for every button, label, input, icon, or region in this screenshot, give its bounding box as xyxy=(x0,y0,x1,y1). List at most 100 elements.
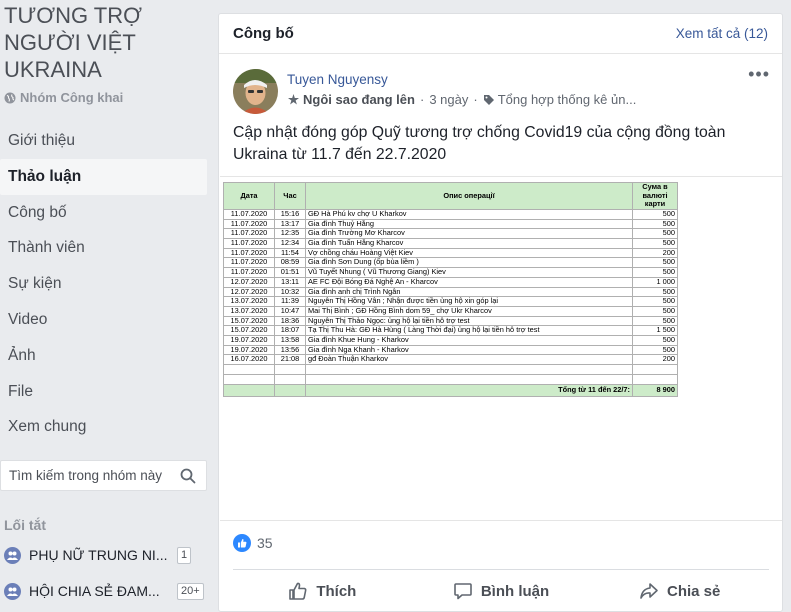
table-cell: 13:17 xyxy=(274,218,306,230)
post-text: Cập nhật đóng góp Quỹ tương trợ chống Co… xyxy=(233,124,726,163)
group-privacy: Nhóm Công khai xyxy=(4,90,123,105)
table-cell: 500 xyxy=(632,344,678,356)
table-cell: 200 xyxy=(632,247,678,259)
table-cell xyxy=(223,374,275,385)
table-cell: 1 000 xyxy=(632,276,678,288)
table-cell: 18:36 xyxy=(274,315,306,327)
nav-item-xem-chung[interactable]: Xem chung xyxy=(0,409,207,445)
table-cell: Nguyễn Thị Hồng Vân ; Nhận được tiền ủng… xyxy=(305,296,633,307)
table-cell: 10:32 xyxy=(274,286,306,298)
post-image[interactable]: Дата Час Опис операції Сума в валюті кар… xyxy=(220,176,782,521)
table-cell: 500 xyxy=(632,238,678,249)
table-row: 16.07.2020 21:08 gđ Đoàn Thuận Kharkov 200 xyxy=(223,354,678,365)
nav-item-anh[interactable]: Ảnh xyxy=(0,338,207,374)
table-header-row: Дата Час Опис операції Сума в валюті кар… xyxy=(223,182,678,210)
table-cell: 12.07.2020 xyxy=(223,276,275,288)
table-cell xyxy=(274,384,306,397)
table-cell: 11.07.2020 xyxy=(223,257,275,269)
table-row: 19.07.2020 13:58 Gia đình Khue Hung - Khar… xyxy=(223,334,678,346)
post-topic-tag[interactable]: Tổng hợp thống kê ủn... xyxy=(498,92,637,107)
table-row: 15.07.2020 18:36 Nguyễn Thị Thảo Ngọc: ủng… xyxy=(223,315,678,327)
card-title: Công bố xyxy=(233,25,294,42)
total-label: Tổng từ 11 đến 22/7: xyxy=(305,384,633,397)
table-cell: 18:07 xyxy=(274,325,306,336)
share-button[interactable]: Chia sẻ xyxy=(590,570,769,612)
column-header: Час xyxy=(274,182,306,210)
search-icon[interactable] xyxy=(180,468,196,484)
nav-item-thanh-vien[interactable]: Thành viên xyxy=(0,230,207,266)
nav-item-thao-luan[interactable]: Thảo luận xyxy=(0,158,207,195)
table-cell: 11.07.2020 xyxy=(223,267,275,278)
like-reaction-icon xyxy=(233,534,251,552)
like-button-label: Thích xyxy=(316,582,357,600)
group-search-input[interactable] xyxy=(9,468,169,483)
shortcuts-title: Lối tắt xyxy=(4,517,46,533)
share-icon xyxy=(640,583,658,599)
separator-dot: · xyxy=(473,92,478,107)
nav-item-cong-bo[interactable]: Công bố xyxy=(0,195,207,231)
table-row: 13.07.2020 11:39 Nguyễn Thị Hồng Vân ; Nhậ… xyxy=(223,296,678,307)
table-cell: Gia đình anh chị Trình Ngân xyxy=(305,286,633,298)
table-cell: 10:47 xyxy=(274,305,306,317)
table-cell: 11.07.2020 xyxy=(223,228,275,240)
more-options-icon[interactable]: ••• xyxy=(748,64,770,85)
comment-button-label: Bình luận xyxy=(480,582,550,600)
table-row: 12.07.2020 10:32 Gia đình anh chị Trình Ng… xyxy=(223,286,678,298)
table-cell: GĐ Hà Phú kv chợ U Kharkov xyxy=(305,209,633,220)
table-cell xyxy=(274,374,306,385)
avatar[interactable] xyxy=(233,69,278,114)
table-cell: 500 xyxy=(632,228,678,240)
table-cell xyxy=(305,374,633,385)
table-row: 11.07.2020 12:34 Gia đình Tuấn Hằng Kharco… xyxy=(223,238,678,249)
tag-icon xyxy=(483,94,494,105)
table-cell: 21:08 xyxy=(274,354,306,365)
nav-item-su-kien[interactable]: Sự kiện xyxy=(0,266,207,302)
nav-item-video[interactable]: Video xyxy=(0,302,207,338)
separator-dot: · xyxy=(419,92,425,107)
table-cell xyxy=(632,364,678,375)
table-cell xyxy=(305,364,633,375)
group-icon xyxy=(4,582,21,600)
nav-item-file[interactable]: File xyxy=(0,374,207,410)
shortcut-badge: 20+ xyxy=(177,582,204,600)
table-cell xyxy=(223,384,275,397)
table-cell: 500 xyxy=(632,257,678,269)
post-meta: Ngôi sao đang lên · 3 ngày · Tổng hợp th… xyxy=(287,92,636,107)
like-button[interactable]: Thích xyxy=(233,570,412,612)
post-author[interactable]: Tuyen Nguyensy xyxy=(287,72,636,87)
table-cell: 500 xyxy=(632,315,678,327)
table-cell: 13.07.2020 xyxy=(223,305,275,317)
group-title[interactable]: TƯƠNG TRỢ NGƯỜI VIỆT UKRAINA xyxy=(4,2,204,83)
table-cell: 13:58 xyxy=(274,334,306,346)
table-cell: 13:56 xyxy=(274,344,306,356)
table-cell xyxy=(223,364,275,375)
card-header: Công bố Xem tất cả (12) xyxy=(219,14,782,54)
see-all-link[interactable]: Xem tất cả (12) xyxy=(676,26,768,41)
table-cell: Nguyễn Thị Thảo Ngọc: ủng hộ lại tiền hỗ… xyxy=(305,315,633,327)
reaction-count: 35 xyxy=(257,535,273,551)
table-empty-row xyxy=(223,374,678,385)
table-cell: 19.07.2020 xyxy=(223,344,275,356)
table-empty-row xyxy=(223,364,678,375)
table-cell: Gia đình Tuấn Hằng Kharcov xyxy=(305,238,633,249)
table-cell xyxy=(632,374,678,385)
post-time[interactable]: 3 ngày xyxy=(429,92,468,107)
table-cell: Gia đình Sơn Dung (ốp bùa liềm ) xyxy=(305,257,633,269)
comment-button[interactable]: Bình luận xyxy=(412,570,591,612)
table-total-row: Tổng từ 11 đến 22/7: 8 900 xyxy=(223,384,678,397)
table-row: 11.07.2020 13:17 Gia đình Thuỷ Hằng 500 xyxy=(223,218,678,230)
table-cell: Vũ Tuyết Nhung ( Vũ Thương Giang) Kiev xyxy=(305,267,633,278)
thumbs-up-icon xyxy=(289,582,307,600)
shortcut-item[interactable]: PHỤ NỮ TRUNG NI... 1 xyxy=(4,543,204,567)
reactions-summary[interactable]: 35 xyxy=(233,534,273,552)
shortcut-item[interactable]: HỘI CHIA SẺ ĐAM... 20+ xyxy=(4,579,204,603)
table-row: 11.07.2020 15:16 GĐ Hà Phú kv chợ U Khark… xyxy=(223,209,678,220)
nav-item-gioi-thieu[interactable]: Giới thiệu xyxy=(0,123,207,159)
table-cell: 11.07.2020 xyxy=(223,209,275,220)
table-cell: 08:59 xyxy=(274,257,306,269)
member-badge: Ngôi sao đang lên xyxy=(303,92,415,107)
table-cell: 19.07.2020 xyxy=(223,334,275,346)
table-cell: 11:39 xyxy=(274,296,306,307)
globe-icon xyxy=(4,92,16,103)
group-nav: Giới thiệu Thảo luận Công bố Thành viên … xyxy=(0,123,207,445)
